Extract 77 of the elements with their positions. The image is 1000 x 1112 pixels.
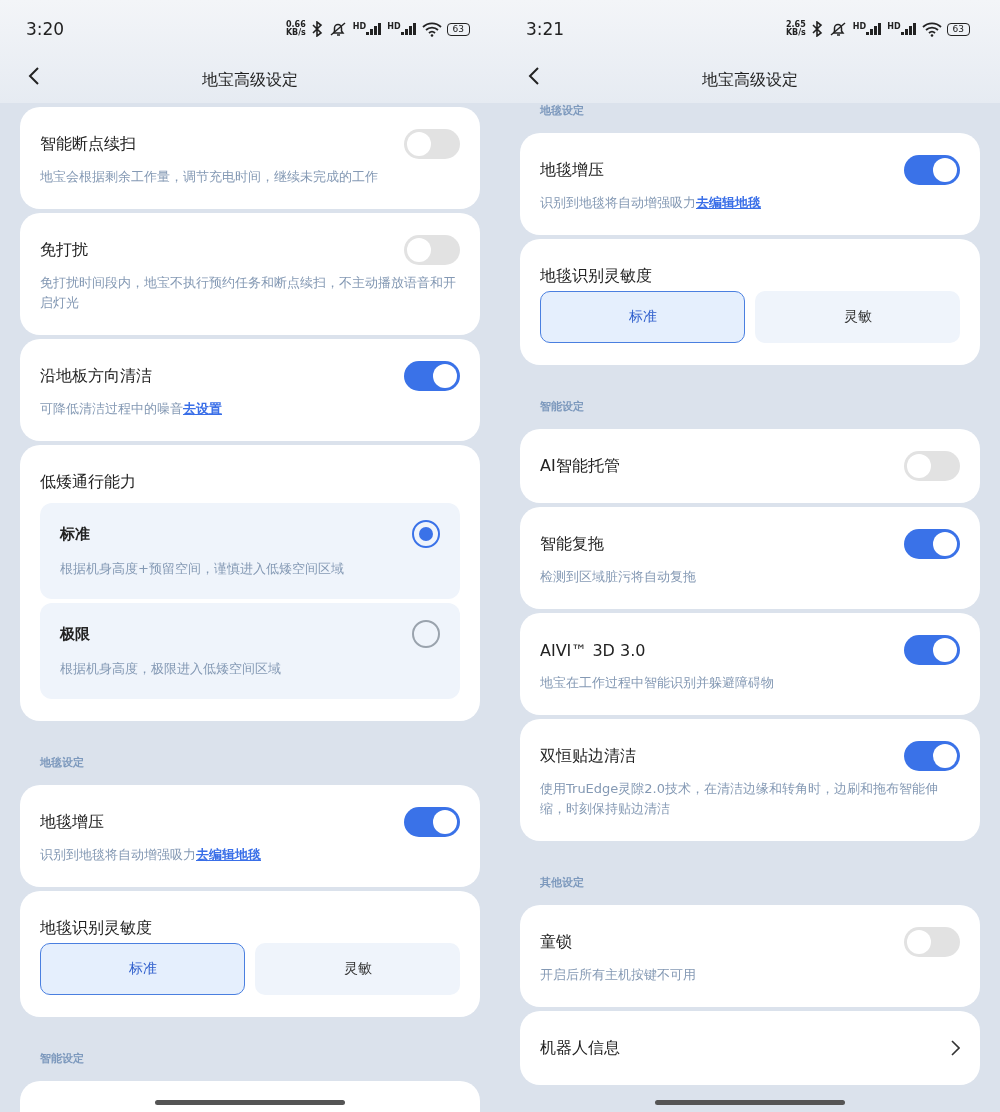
back-icon[interactable] xyxy=(28,66,40,86)
setting-title: 免打扰 xyxy=(40,239,88,261)
setting-title: 地毯增压 xyxy=(540,159,604,181)
option-description: 根据机身高度，极限进入低矮空间区域 xyxy=(60,660,282,678)
sensitivity-option[interactable]: 标准 xyxy=(40,943,245,995)
back-icon[interactable] xyxy=(528,66,540,86)
setting-title: 地毯增压 xyxy=(40,811,104,833)
battery-indicator: 63 xyxy=(946,22,970,36)
setting-title: 地毯识别灵敏度 xyxy=(540,265,652,287)
hd-label: HD xyxy=(352,23,367,31)
option-description: 根据机身高度+预留空间，谨慎进入低矮空间区域 xyxy=(60,560,345,578)
setting-title: 童锁 xyxy=(540,931,572,953)
section-header: 智能设定 xyxy=(40,1052,84,1065)
toggle-switch[interactable] xyxy=(404,807,460,837)
toggle-switch[interactable] xyxy=(904,635,960,665)
toggle-switch[interactable] xyxy=(404,361,460,391)
option-title: 极限 xyxy=(60,624,90,644)
page-title: 地宝高级设定 xyxy=(202,70,298,91)
chevron-right-icon xyxy=(951,1040,960,1056)
wifi-icon xyxy=(921,21,942,37)
section-header: 地毯设定 xyxy=(40,756,84,769)
setting-description: 检测到区域脏污将自动复拖 xyxy=(540,568,697,586)
toggle-switch[interactable] xyxy=(404,129,460,159)
setting-description: 地宝会根据剩余工作量，调节充电时间，继续未完成的工作 xyxy=(40,168,379,186)
setting-title: 机器人信息 xyxy=(540,1037,620,1059)
setting-description: 可降低清洁过程中的噪音去设置 xyxy=(40,400,223,418)
toggle-switch[interactable] xyxy=(904,155,960,185)
setting-description: 识别到地毯将自动增强吸力去编辑地毯 xyxy=(40,846,262,864)
setting-title: AIVI™ 3D 3.0 xyxy=(540,640,646,660)
sensitivity-option[interactable]: 灵敏 xyxy=(755,291,960,343)
setting-title: 低矮通行能力 xyxy=(40,471,136,493)
option-panel[interactable]: 极限 根据机身高度，极限进入低矮空间区域 xyxy=(40,603,460,699)
setting-description: 开启后所有主机按键不可用 xyxy=(540,966,697,984)
setting-title: 沿地板方向清洁 xyxy=(40,365,152,387)
bluetooth-icon xyxy=(310,21,323,37)
setting-title: 智能复拖 xyxy=(540,533,604,555)
toggle-switch[interactable] xyxy=(904,529,960,559)
setting-description: 识别到地毯将自动增强吸力去编辑地毯 xyxy=(540,194,762,212)
section-header: 地毯设定 xyxy=(540,104,584,117)
setting-link[interactable]: 去设置 xyxy=(183,401,222,416)
hd-label: HD xyxy=(387,23,401,31)
sensitivity-option[interactable]: 灵敏 xyxy=(255,943,460,995)
setting-card[interactable]: 机器人信息 xyxy=(520,1011,980,1085)
signal-icon xyxy=(866,23,883,35)
hd-label: HD xyxy=(887,23,901,31)
network-speed: 2.65 KB/s xyxy=(785,21,806,37)
section-header: 智能设定 xyxy=(540,400,584,413)
hd-label: HD xyxy=(852,23,867,31)
setting-link[interactable]: 去编辑地毯 xyxy=(696,195,761,210)
wifi-icon xyxy=(421,21,442,37)
setting-title: 地毯识别灵敏度 xyxy=(40,917,152,939)
network-speed: 0.66 KB/s xyxy=(285,21,306,37)
signal-icon xyxy=(400,23,417,35)
setting-description: 使用TruEdge灵隙2.0技术，在清洁边缘和转角时，边刷和拖布智能伸缩，时刻保持贴边清洁 xyxy=(540,780,939,818)
setting-link[interactable]: 去编辑地毯 xyxy=(196,847,261,862)
toggle-switch[interactable] xyxy=(904,451,960,481)
status-time: 3:21 xyxy=(526,19,565,39)
radio-button[interactable] xyxy=(412,620,440,648)
bluetooth-icon xyxy=(810,21,823,37)
toggle-switch[interactable] xyxy=(404,235,460,265)
option-title: 标准 xyxy=(60,524,90,544)
section-header: 其他设定 xyxy=(540,876,584,889)
page-title: 地宝高级设定 xyxy=(702,70,798,91)
option-panel[interactable]: 标准 根据机身高度+预留空间，谨慎进入低矮空间区域 xyxy=(40,503,460,599)
toggle-switch[interactable] xyxy=(904,927,960,957)
setting-description: 免打扰时间段内，地宝不执行预约任务和断点续扫，不主动播放语音和开启灯光 xyxy=(40,274,457,312)
setting-title: AI智能托管 xyxy=(540,455,620,477)
setting-title: 智能断点续扫 xyxy=(40,133,136,155)
sensitivity-option[interactable]: 标准 xyxy=(540,291,745,343)
radio-button[interactable] xyxy=(412,520,440,548)
status-time: 3:20 xyxy=(26,19,65,39)
toggle-switch[interactable] xyxy=(904,741,960,771)
signal-icon xyxy=(900,23,917,35)
battery-indicator: 63 xyxy=(446,22,470,36)
setting-description: 地宝在工作过程中智能识别并躲避障碍物 xyxy=(540,674,775,692)
signal-icon xyxy=(366,23,383,35)
setting-title: 双恒贴边清洁 xyxy=(540,745,636,767)
